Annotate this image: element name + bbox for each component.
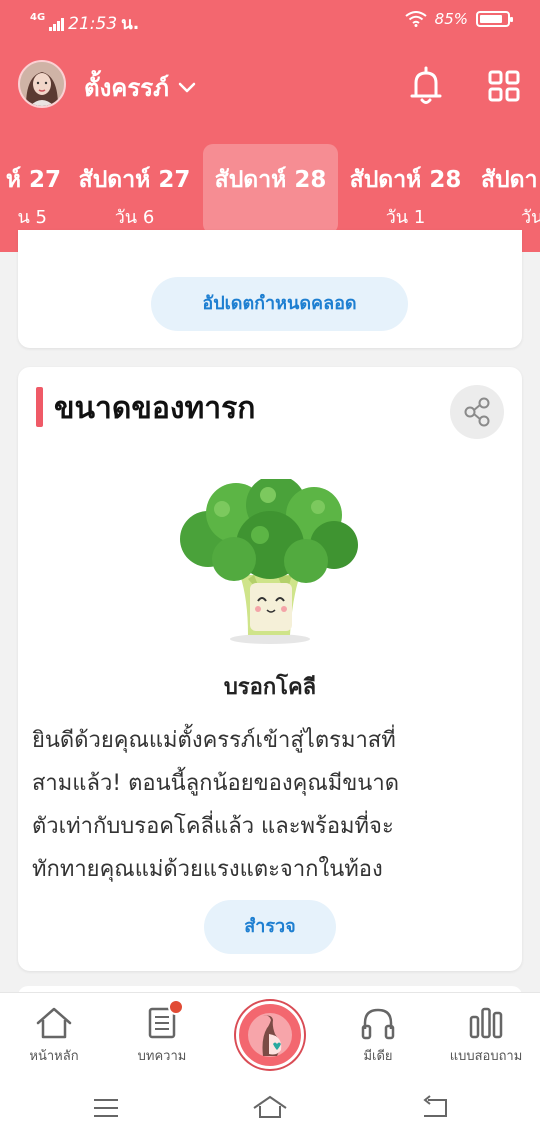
- week-day: น 5: [17, 207, 47, 228]
- home-system-icon[interactable]: [252, 1094, 288, 1120]
- update-due-date-button[interactable]: อัปเดตกำหนดคลอด: [151, 277, 408, 331]
- week-title: สัปดาห์ 27: [78, 167, 191, 193]
- week-tab[interactable]: สัปดา วัน: [473, 144, 540, 234]
- nav-home[interactable]: หน้าหลัก: [0, 993, 108, 1077]
- status-bar: 4G 21:53 น. 85%: [0, 0, 540, 40]
- app-header: 4G 21:53 น. 85% ตั้งครรภ์ ห์ 27 น 5 สัปด…: [0, 0, 540, 252]
- home-icon: [36, 1007, 72, 1039]
- battery-icon: [476, 11, 513, 27]
- wifi-icon: [405, 11, 427, 27]
- size-description: ยินดีด้วยคุณแม่ตั้งครรภ์เข้าสู่ไตรมาสที่…: [32, 719, 512, 891]
- chevron-down-icon: [178, 82, 196, 92]
- pregnancy-center-button[interactable]: [236, 1001, 304, 1069]
- week-title: สัปดาห์ 28: [214, 167, 327, 193]
- card-title: ขนาดของทารก: [54, 391, 256, 426]
- week-tab[interactable]: ห์ 27 น 5: [0, 144, 67, 234]
- bottom-navigation: หน้าหลัก บทความ มีเดีย แบบสอบถาม: [0, 992, 540, 1076]
- nav-label: แบบสอบถาม: [449, 1049, 523, 1064]
- desc-line: ยินดีด้วยคุณแม่ตั้งครรภ์เข้าสู่ไตรมาสที่: [32, 728, 396, 753]
- carrier-mark: น.: [121, 14, 140, 34]
- nav-label: บทความ: [137, 1049, 187, 1064]
- battery-percent: 85%: [434, 10, 468, 28]
- week-title: สัปดา: [481, 167, 538, 193]
- bar-chart-icon: [469, 1007, 503, 1039]
- title-accent-bar: [36, 387, 43, 427]
- baby-size-card: ขนาดของทารก บรอกโคลี ยินดีด้วยคุณแม่ตั้ง…: [18, 367, 522, 971]
- week-day: วัน: [521, 207, 540, 228]
- fruit-name: บรอกโคลี: [223, 675, 317, 700]
- week-tab[interactable]: สัปดาห์ 27 วัน 6: [67, 144, 202, 234]
- bell-icon[interactable]: [408, 66, 444, 106]
- desc-line: ทักทายคุณแม่ด้วยแรงแตะจากในท้อง: [32, 857, 383, 882]
- week-day: วัน 6: [114, 207, 155, 228]
- headphones-icon: [361, 1008, 395, 1040]
- nav-media[interactable]: มีเดีย: [324, 993, 432, 1077]
- signal-icon: [49, 17, 65, 31]
- week-day: วัน 1: [385, 207, 426, 228]
- explore-button[interactable]: สำรวจ: [204, 900, 336, 954]
- status-time: 21:53: [68, 13, 118, 34]
- week-tab-selected[interactable]: สัปดาห์ 28: [203, 144, 338, 234]
- nav-label: มีเดีย: [363, 1049, 393, 1064]
- week-scroller[interactable]: ห์ 27 น 5 สัปดาห์ 27 วัน 6 สัปดาห์ 28 สั…: [0, 144, 540, 234]
- share-icon: [464, 397, 490, 427]
- profile-selector[interactable]: ตั้งครรภ์: [84, 68, 197, 107]
- desc-line: สามแล้ว! ตอนนี้ลูกน้อยของคุณมีขนาด: [32, 771, 399, 796]
- network-type: 4G: [30, 12, 46, 23]
- avatar[interactable]: [18, 60, 66, 108]
- nav-label: หน้าหลัก: [29, 1049, 79, 1064]
- week-title: ห์ 27: [5, 167, 61, 193]
- pregnant-woman-icon: [248, 1013, 292, 1057]
- back-icon[interactable]: [420, 1094, 450, 1120]
- username-label: ตั้งครรภ์: [84, 74, 169, 102]
- desc-line: ตัวเท่ากับบรอคโคลี่แล้ว และพร้อมที่จะ: [32, 814, 394, 839]
- grid-icon[interactable]: [486, 68, 522, 104]
- notification-dot: [168, 999, 184, 1015]
- week-tab[interactable]: สัปดาห์ 28 วัน 1: [338, 144, 473, 234]
- share-button[interactable]: [450, 385, 504, 439]
- week-title: สัปดาห์ 28: [349, 167, 462, 193]
- menu-icon[interactable]: [92, 1096, 120, 1120]
- due-date-card: อัปเดตกำหนดคลอด: [18, 230, 522, 348]
- system-navigation-bar: [0, 1076, 540, 1140]
- nav-articles[interactable]: บทความ: [108, 993, 216, 1077]
- broccoli-illustration: [180, 479, 358, 644]
- nav-survey[interactable]: แบบสอบถาม: [432, 993, 540, 1077]
